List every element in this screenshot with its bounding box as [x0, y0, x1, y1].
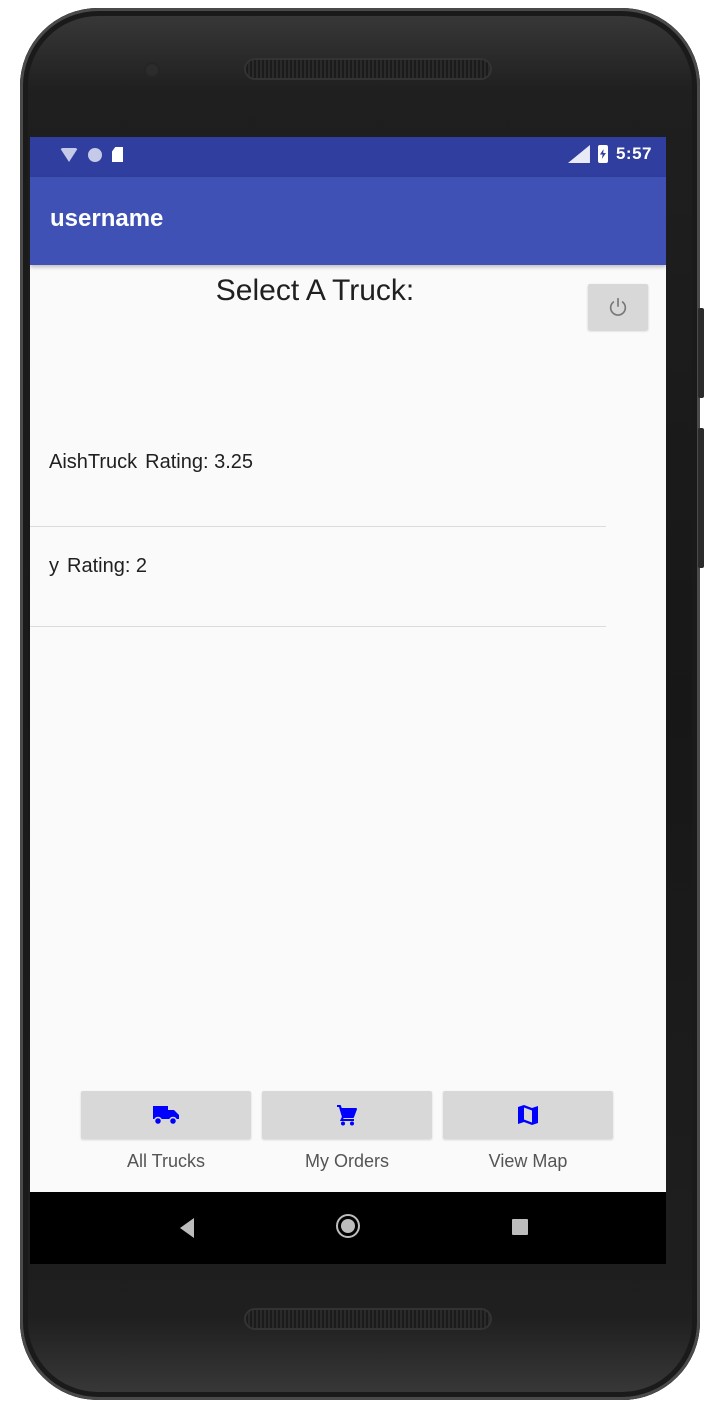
truck-icon [153, 1106, 179, 1126]
nav-item-view-map: View Map [443, 1091, 613, 1172]
signal-icon: LTE [567, 145, 590, 163]
recents-icon[interactable] [512, 1219, 528, 1235]
app-bar: username [30, 177, 666, 265]
nav-item-all-trucks: All Trucks [81, 1091, 251, 1172]
sd-card-icon [112, 147, 123, 162]
power-icon [609, 297, 627, 316]
back-icon[interactable] [180, 1218, 194, 1238]
top-speaker-grille [244, 58, 492, 80]
battery-charging-icon [597, 145, 608, 163]
truck-name: AishTruck [49, 451, 138, 473]
truck-list: AishTruck Rating: 3.25 y Rating: 2 [30, 427, 606, 627]
screen: LTE 5:57 username Select A Truck: AishTr… [30, 137, 666, 1264]
cart-icon [337, 1105, 357, 1126]
home-icon[interactable] [336, 1214, 360, 1238]
status-bar: LTE 5:57 [30, 137, 666, 177]
my-orders-label: My Orders [304, 1151, 389, 1171]
my-orders-button[interactable] [262, 1091, 432, 1139]
truck-name: y [49, 555, 59, 577]
bottom-speaker-grille [244, 1308, 492, 1330]
list-item[interactable]: y Rating: 2 [30, 527, 606, 627]
map-icon [518, 1105, 538, 1125]
front-camera [146, 64, 158, 76]
view-map-button[interactable] [443, 1091, 613, 1139]
truck-rating: Rating: 2 [67, 555, 148, 577]
notification-dot-icon [88, 147, 102, 162]
truck-rating: Rating: 3.25 [145, 451, 254, 473]
view-map-label: View Map [488, 1151, 568, 1171]
network-type-label: LTE [563, 142, 580, 152]
page-title: Select A Truck: [215, 274, 415, 307]
status-clock: 5:57 [615, 144, 652, 163]
all-trucks-button[interactable] [81, 1091, 251, 1139]
volume-side-button [698, 428, 704, 568]
wifi-icon [60, 147, 78, 162]
all-trucks-label: All Trucks [126, 1151, 205, 1171]
nav-item-my-orders: My Orders [262, 1091, 432, 1172]
bottom-nav: All Trucks My Orders View Map [30, 1091, 666, 1191]
app-title: username [50, 205, 164, 232]
list-item[interactable]: AishTruck Rating: 3.25 [30, 427, 606, 527]
system-nav-bar [30, 1192, 666, 1264]
power-side-button [698, 308, 704, 398]
logout-button[interactable] [588, 284, 648, 330]
